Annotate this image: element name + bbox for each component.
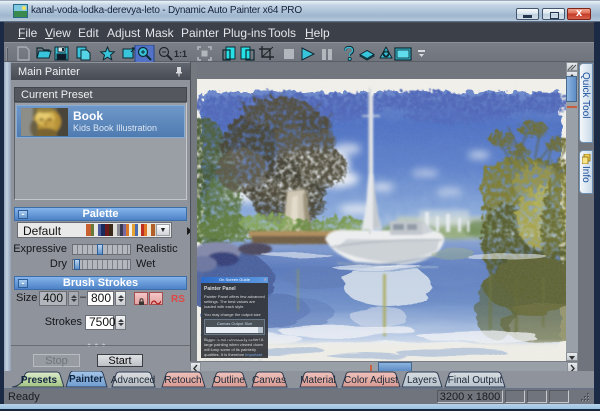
svg-text:Layers: Layers: [407, 375, 437, 386]
svg-text:Material: Material: [300, 375, 336, 386]
svg-text:Retouch: Retouch: [164, 375, 201, 386]
svg-text:Advanced: Advanced: [111, 375, 155, 386]
svg-text:1:1: 1:1: [174, 49, 187, 59]
svg-text:Final Output: Final Output: [448, 375, 503, 386]
svg-text:Presets: Presets: [21, 375, 58, 386]
svg-text:Painter: Painter: [69, 374, 103, 385]
svg-text:Canvas: Canvas: [252, 375, 286, 386]
svg-text:Color Adjust: Color Adjust: [344, 375, 398, 386]
svg-text:Outline: Outline: [213, 375, 245, 386]
